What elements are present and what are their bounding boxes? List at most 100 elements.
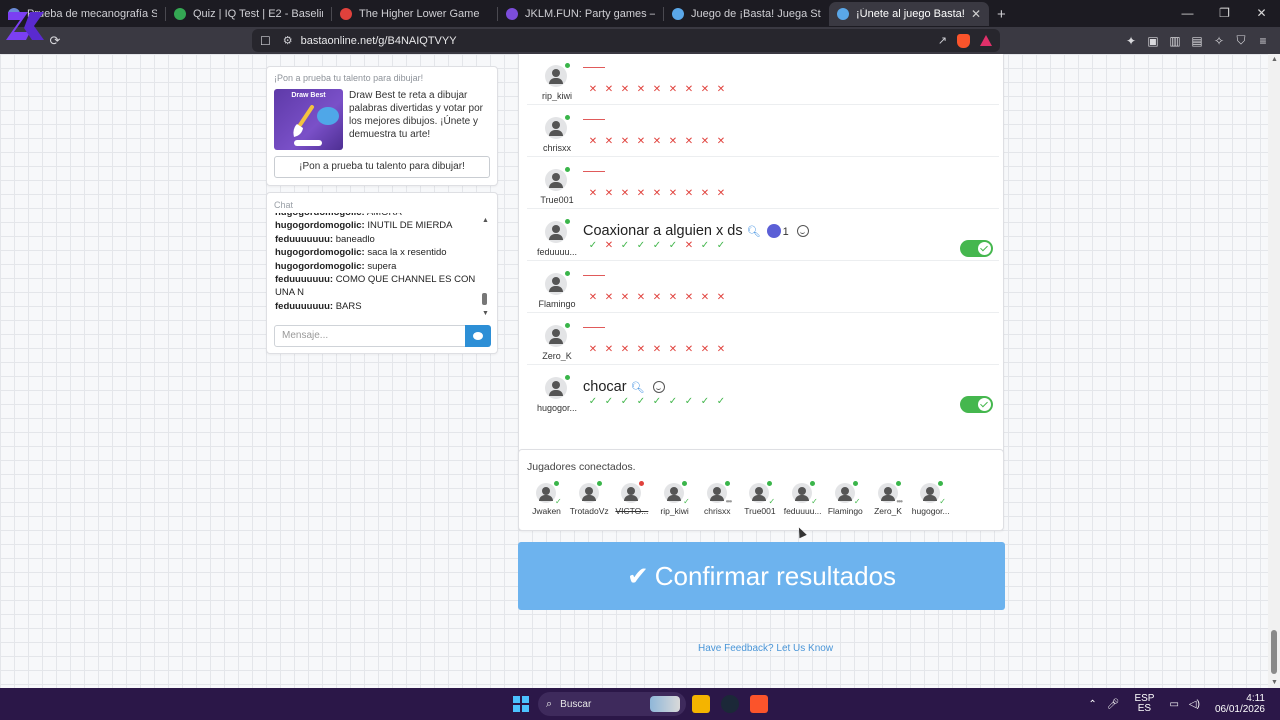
chat-scroll-thumb[interactable] [482,293,487,305]
vote-invalid-icon: ✕ [684,188,694,199]
brave-browser-icon[interactable] [750,695,768,713]
minimize-icon[interactable]: — [1169,0,1206,27]
connected-player[interactable]: ✓ Jwaken [525,481,568,523]
page-scrollbar[interactable]: ▲ ▼ [1268,54,1280,688]
connected-player[interactable]: VICTO... [610,481,653,523]
windows-start-icon[interactable] [513,696,529,712]
page-scroll-thumb[interactable] [1271,630,1277,674]
send-message-button[interactable] [465,325,491,347]
add-reaction-icon[interactable] [796,225,809,238]
vote-list: ✓ ✓ ✓ ✓ ✓ ✓ ✓ ✓ ✓ [585,396,729,408]
volume-icon[interactable]: ◁) [1189,699,1200,710]
add-reaction-icon[interactable] [652,381,665,394]
online-status-dot [938,481,944,486]
sidebar-icon[interactable]: ▥ [1164,34,1186,48]
vpn-icon[interactable]: ⛉ [1230,33,1252,48]
accept-answer-toggle[interactable] [960,396,993,413]
leo-icon[interactable]: ✧ [1208,34,1230,48]
vote-invalid-icon: ✕ [684,240,694,251]
wallet-icon[interactable]: ▤ [1186,34,1208,48]
avatar [664,483,685,503]
share-icon[interactable]: ↗ [938,34,947,47]
tab-favicon-icon [672,8,684,20]
maximize-icon[interactable]: ❐ [1206,0,1243,27]
scroll-up-icon[interactable]: ▲ [1271,56,1278,63]
url-text[interactable]: bastaonline.net/g/B4NAIQTVYY [301,35,928,47]
chat-message-user: feduuuuuuu: [275,233,334,245]
connected-players-panel: Jugadores conectados. ✓ Jwaken TrotadoVz VI… [518,449,1004,531]
avatar [545,219,570,243]
connected-player[interactable]: ✓ Flamingo [824,481,867,523]
clock-time: 4:11 [1246,693,1265,704]
scroll-up-icon[interactable]: ▲ [482,217,489,224]
toggle-check-icon [978,242,991,255]
input-language[interactable]: ESP ES [1129,694,1159,714]
online-status-dot [682,481,688,486]
tab-label: ¡Únete al juego Basta! [856,8,965,20]
connected-player[interactable]: ✓ rip_kiwi [653,481,696,523]
bookmark-icon[interactable]: ☐ [260,34,271,48]
app-logo-icon [6,12,44,40]
browser-tab[interactable]: Quiz | IQ Test | E2 - Baseline » Blosso [166,2,331,26]
brave-shields-icon[interactable] [957,33,970,48]
vote-valid-icon: ✓ [636,240,646,251]
new-tab-icon[interactable]: + [989,2,1014,26]
menu-icon[interactable]: ≡ [1252,34,1274,48]
taskbar-clock[interactable]: 4:11 06/01/2026 [1210,693,1270,715]
brave-rewards-icon[interactable] [980,35,992,46]
vote-invalid-icon: ✕ [604,240,614,251]
connected-player[interactable]: ✓ True001 [738,481,781,523]
avatar [545,323,570,347]
file-explorer-icon[interactable] [692,695,710,713]
browser-tab[interactable]: Juego de ¡Basta! Juega Stop, Tutti Fru [664,2,829,26]
connected-player-name: hugogor... [911,506,950,516]
promo-thumbnail[interactable]: Draw Best [274,89,343,150]
chat-message-user: feduuuuuuu: [275,300,334,312]
thumbs-up-icon[interactable] [766,224,781,239]
extensions-icon[interactable]: ✦ [1120,34,1142,48]
network-icon[interactable]: ▭ [1169,699,1178,710]
chat-scrollbar[interactable]: ▲ ▼ [482,217,489,317]
online-status-dot [767,481,773,486]
vote-invalid-icon: ✕ [700,292,710,303]
taskbar-search[interactable]: ⌕ Buscar [538,692,686,716]
search-answer-icon[interactable]: 🔍︎ [747,226,761,238]
connected-player[interactable]: ••• chrisxx [696,481,739,523]
connected-player-name: Flamingo [827,506,863,516]
scroll-down-icon[interactable]: ▼ [1271,679,1278,686]
feedback-link[interactable]: Have Feedback? Let Us Know [698,643,833,654]
tab-favicon-icon [340,8,352,20]
vote-invalid-icon: ✕ [604,84,614,95]
chat-log[interactable]: hugogordomogolic: AMORAhugogordomogolic:… [275,213,481,317]
vote-invalid-icon: ✕ [588,84,598,95]
search-answer-icon[interactable]: 🔍︎ [631,382,645,394]
vote-invalid-icon: ✕ [700,188,710,199]
chat-panel: Chat hugogordomogolic: AMORAhugogordomog… [266,192,498,354]
browser-tab[interactable]: ¡Únete al juego Basta! ✕ [829,2,989,26]
connected-player[interactable]: ✓ feduuuu... [781,481,824,523]
microphone-icon[interactable]: 🎤︎ [1107,699,1120,710]
vote-valid-icon: ✓ [668,396,678,407]
browser-tab[interactable]: The Higher Lower Game [332,2,497,26]
site-info-icon[interactable]: ⚙ [283,34,293,47]
connected-player[interactable]: ✓ hugogor... [909,481,952,523]
scroll-down-icon[interactable]: ▼ [482,310,489,317]
page-viewport: ¡Pon a prueba tu talento para dibujar! D… [0,54,1280,688]
close-tab-icon[interactable]: ✕ [971,7,981,21]
vote-valid-icon: ✓ [700,240,710,251]
steam-icon[interactable] [721,695,739,713]
promo-button[interactable]: ¡Pon a prueba tu talento para dibujar! [274,156,490,178]
screenshot-icon[interactable]: ▣ [1142,34,1164,48]
confirm-results-button[interactable]: ✔ Confirmar resultados [518,542,1005,610]
connected-player[interactable]: TrotadoVz [568,481,611,523]
accept-answer-toggle[interactable] [960,240,993,257]
connected-player[interactable]: ••• Zero_K [867,481,910,523]
chat-message-input[interactable]: Mensaje... [274,325,466,347]
answer-player-name: True001 [540,195,574,205]
close-window-icon[interactable]: ✕ [1243,0,1280,27]
show-hidden-icons-icon[interactable]: ⌃ [1088,699,1096,710]
answer-player-name: Zero_K [542,351,572,361]
chat-message: hugogordomogolic: supera [275,260,481,273]
address-bar[interactable]: ☐ ⚙ bastaonline.net/g/B4NAIQTVYY ↗ [252,29,1000,52]
browser-tab[interactable]: JKLM.FUN: Party games — PC & Sma [498,2,663,26]
